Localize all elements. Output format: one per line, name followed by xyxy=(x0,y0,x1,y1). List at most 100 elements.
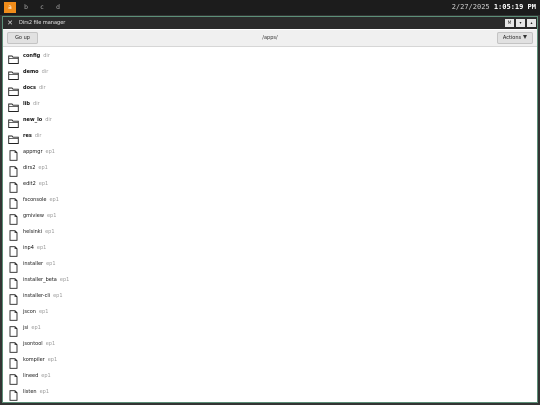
file-icon xyxy=(8,194,19,209)
close-icon[interactable]: ✕ xyxy=(6,17,14,29)
file-name: installer_beta ep1 xyxy=(23,272,69,288)
folder-row[interactable]: demo dir xyxy=(3,64,537,80)
file-name: kompiler ep1 xyxy=(23,352,57,368)
folder-row[interactable]: config dir xyxy=(3,48,537,64)
folder-icon xyxy=(8,66,19,80)
triangle-down-icon xyxy=(523,35,528,39)
toolbar: Go up /apps/ Actions xyxy=(3,30,537,47)
file-name-text: jscon xyxy=(23,309,36,315)
file-icon xyxy=(8,146,19,161)
file-name-text: edit2 xyxy=(23,181,36,187)
folder-row[interactable]: new_lo dir xyxy=(3,112,537,128)
file-name-text: installer xyxy=(23,261,44,267)
file-row[interactable]: inp4 ep1 xyxy=(3,240,537,257)
file-kind: dir xyxy=(33,101,40,107)
file-kind: ep1 xyxy=(38,181,49,187)
file-name-text: lineed xyxy=(23,373,39,379)
file-icon xyxy=(8,290,19,305)
workspace-d-button[interactable]: d xyxy=(52,2,64,13)
file-name: demo dir xyxy=(23,64,48,80)
file-icon xyxy=(8,258,19,273)
folder-row[interactable]: res dir xyxy=(3,128,537,144)
folder-icon xyxy=(8,98,19,112)
file-name: lineed ep1 xyxy=(23,368,51,384)
file-row[interactable]: appmgr ep1 xyxy=(3,144,537,161)
workspace-b-button[interactable]: b xyxy=(20,2,32,13)
file-row[interactable]: jscon ep1 xyxy=(3,304,537,321)
file-name: res dir xyxy=(23,128,41,144)
file-row[interactable]: gmiview ep1 xyxy=(3,208,537,225)
file-row[interactable]: jsontool ep1 xyxy=(3,336,537,353)
file-kind: ep1 xyxy=(45,149,55,155)
file-row[interactable]: installer ep1 xyxy=(3,256,537,273)
file-kind: dir xyxy=(41,69,49,75)
folder-icon xyxy=(8,114,19,128)
file-name-text: dirs2 xyxy=(23,165,36,171)
file-icon xyxy=(8,370,19,385)
file-row[interactable]: helsinki ep1 xyxy=(3,224,537,241)
move-down-button[interactable]: ▾ xyxy=(516,19,525,27)
file-name: helsinki ep1 xyxy=(23,224,55,240)
clock-date: 2/27/2025 xyxy=(451,3,490,11)
workspace-c-button[interactable]: c xyxy=(36,2,48,13)
file-row[interactable]: dirs2 ep1 xyxy=(3,160,537,177)
file-icon xyxy=(8,226,19,241)
file-icon xyxy=(8,338,19,353)
file-icon xyxy=(8,306,19,321)
file-icon xyxy=(8,274,19,289)
file-row[interactable]: installer-cli ep1 xyxy=(3,288,537,305)
file-name-text: helsinki xyxy=(23,229,43,235)
file-name-text: fsconsole xyxy=(23,197,47,203)
file-icon xyxy=(8,178,19,193)
maximize-button[interactable]: M xyxy=(505,19,514,27)
file-kind: ep1 xyxy=(49,197,59,203)
file-name: fsconsole ep1 xyxy=(23,192,59,208)
folder-row[interactable]: lib dir xyxy=(3,96,537,112)
file-list: config dir demo dir docs dir lib dir new_lo dir re… xyxy=(3,48,537,402)
file-name: new_lo dir xyxy=(23,112,52,128)
file-icon xyxy=(8,162,19,177)
window-title: Dirs2 file manager xyxy=(19,20,66,26)
file-name-text: appmgr xyxy=(23,149,43,155)
file-name: gmiview ep1 xyxy=(23,208,56,224)
file-kind: ep1 xyxy=(31,325,41,331)
go-up-button[interactable]: Go up xyxy=(7,32,38,44)
file-name-text: lib xyxy=(23,101,31,107)
file-name-text: listen xyxy=(23,389,37,395)
current-path: /apps/ xyxy=(262,35,278,41)
file-name: docs dir xyxy=(23,80,46,96)
actions-button[interactable]: Actions xyxy=(497,32,533,44)
file-name-text: jsontool xyxy=(23,341,43,347)
file-row[interactable]: jsi ep1 xyxy=(3,320,537,337)
file-row[interactable]: kompiler ep1 xyxy=(3,352,537,369)
file-icon xyxy=(8,242,19,257)
file-kind: ep1 xyxy=(47,357,58,363)
file-name-text: new_lo xyxy=(23,117,43,123)
file-name: dirs2 ep1 xyxy=(23,160,48,176)
file-row[interactable]: lineed ep1 xyxy=(3,368,537,385)
clock: 2/27/2025 1:05:19 PM xyxy=(452,2,536,13)
file-name: edit2 ep1 xyxy=(23,176,48,192)
file-kind: ep1 xyxy=(38,165,48,171)
file-name-text: installer_beta xyxy=(23,277,57,283)
workspace-a-button[interactable]: a xyxy=(4,2,16,13)
file-name-text: gmiview xyxy=(23,213,44,219)
file-row[interactable]: edit2 ep1 xyxy=(3,176,537,193)
file-name: installer-cli ep1 xyxy=(23,288,63,304)
file-name: jsi ep1 xyxy=(23,320,41,336)
file-name: appmgr ep1 xyxy=(23,144,55,160)
file-name: installer ep1 xyxy=(23,256,56,272)
folder-row[interactable]: docs dir xyxy=(3,80,537,96)
file-row[interactable]: fsconsole ep1 xyxy=(3,192,537,209)
file-icon xyxy=(8,386,19,401)
file-row[interactable]: listen ep1 xyxy=(3,384,537,401)
file-manager-window: ✕ Dirs2 file manager M ▾ ▴ Go up /apps/ … xyxy=(2,16,538,403)
file-row[interactable]: installer_beta ep1 xyxy=(3,272,537,289)
file-name-text: kompiler xyxy=(23,357,45,363)
folder-icon xyxy=(8,50,19,64)
file-kind: ep1 xyxy=(53,293,63,299)
file-kind: ep1 xyxy=(41,373,51,379)
window-titlebar[interactable]: ✕ Dirs2 file manager M ▾ ▴ xyxy=(3,17,537,29)
move-up-button[interactable]: ▴ xyxy=(527,19,536,27)
file-name: lib dir xyxy=(23,96,40,112)
